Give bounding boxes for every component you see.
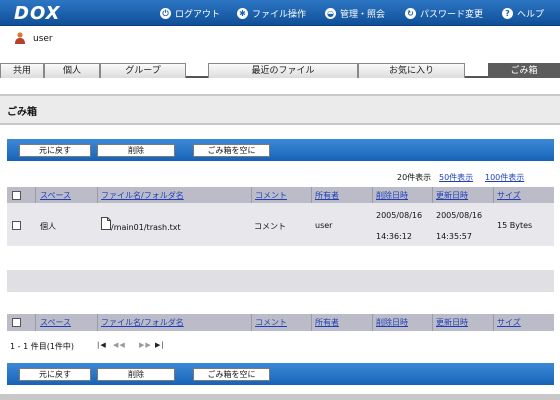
row-space: 個人 bbox=[40, 222, 56, 231]
page-title: ごみ箱 bbox=[0, 96, 560, 123]
nav-file-ops[interactable]: ✱ ファイル操作 bbox=[237, 7, 306, 20]
delete-button[interactable]: 削除 bbox=[97, 368, 175, 381]
select-all-checkbox[interactable] bbox=[12, 191, 21, 200]
admin-icon: ◒ bbox=[325, 8, 336, 19]
last-page-button[interactable]: ▶| bbox=[155, 341, 165, 349]
col-space[interactable]: スペース bbox=[40, 190, 71, 201]
nav-logout[interactable]: ⏻ ログアウト bbox=[160, 7, 220, 20]
nav-file-ops-label: ファイル操作 bbox=[252, 10, 307, 20]
nav-password[interactable]: ↻ パスワード変更 bbox=[405, 7, 483, 20]
tab-favorites[interactable]: お気に入り bbox=[358, 63, 465, 78]
col-updated[interactable]: 更新日時 bbox=[436, 190, 468, 201]
table-header: スペース ファイル名/フォルダ名 コメント 所有者 削除日時 更新日時 サイズ bbox=[7, 187, 554, 204]
pager-info: 1 - 1 件目(1件中) bbox=[10, 342, 75, 351]
col-size[interactable]: サイズ bbox=[497, 190, 521, 201]
empty-row bbox=[7, 270, 554, 292]
footer-divider bbox=[0, 394, 560, 400]
col-comment[interactable]: コメント bbox=[255, 190, 287, 201]
row-comment: コメント bbox=[254, 222, 286, 231]
file-ops-icon: ✱ bbox=[237, 8, 248, 19]
user-icon bbox=[15, 32, 25, 44]
file-icon bbox=[101, 217, 111, 230]
help-icon: ? bbox=[502, 8, 513, 19]
nav-logout-label: ログアウト bbox=[175, 10, 221, 20]
refresh-icon: ↻ bbox=[405, 8, 416, 19]
col-deleted[interactable]: 削除日時 bbox=[376, 190, 408, 201]
user-bar bbox=[0, 26, 560, 62]
restore-button[interactable]: 元に戻す bbox=[19, 144, 91, 157]
top-header: DOX ⏻ ログアウト ✱ ファイル操作 ◒ 管理・照会 ↻ パスワード変更 ?… bbox=[0, 0, 560, 26]
action-bar-bottom: 元に戻す 削除 ごみ箱を空に bbox=[7, 363, 554, 385]
col-comment[interactable]: コメント bbox=[255, 317, 287, 328]
col-owner[interactable]: 所有者 bbox=[315, 190, 339, 201]
nav-password-label: パスワード変更 bbox=[420, 10, 484, 20]
row-updated-date: 2005/08/16 bbox=[436, 211, 483, 220]
col-filename[interactable]: ファイル名/フォルダ名 bbox=[101, 190, 184, 201]
first-page-button[interactable]: |◀ bbox=[97, 341, 107, 349]
row-deleted-date: 2005/08/16 bbox=[376, 211, 423, 220]
next-page-button[interactable]: ▶▶ bbox=[139, 341, 152, 349]
user-name: user bbox=[33, 34, 53, 44]
col-owner[interactable]: 所有者 bbox=[315, 317, 339, 328]
nav-admin[interactable]: ◒ 管理・照会 bbox=[325, 7, 385, 20]
col-updated[interactable]: 更新日時 bbox=[436, 317, 468, 328]
table-footer-header: スペース ファイル名/フォルダ名 コメント 所有者 削除日時 更新日時 サイズ bbox=[7, 314, 554, 331]
divider bbox=[0, 123, 560, 125]
nav-admin-label: 管理・照会 bbox=[340, 10, 386, 20]
row-size: 15 Bytes bbox=[497, 221, 533, 230]
logout-icon: ⏻ bbox=[160, 8, 171, 19]
tab-recent[interactable]: 最近のファイル bbox=[208, 63, 358, 78]
empty-trash-button[interactable]: ごみ箱を空に bbox=[193, 144, 270, 157]
row-filename[interactable]: /main01/trash.txt bbox=[111, 223, 181, 232]
col-space[interactable]: スペース bbox=[40, 317, 71, 328]
tab-trash[interactable]: ごみ箱 bbox=[488, 63, 560, 78]
row-checkbox[interactable] bbox=[12, 221, 21, 230]
tab-group[interactable]: グループ bbox=[100, 63, 186, 78]
tab-shared[interactable]: 共用 bbox=[0, 63, 44, 78]
action-bar-top: 元に戻す 削除 ごみ箱を空に bbox=[7, 139, 554, 161]
tab-personal[interactable]: 個人 bbox=[44, 63, 100, 78]
empty-trash-button[interactable]: ごみ箱を空に bbox=[193, 368, 270, 381]
col-deleted[interactable]: 削除日時 bbox=[376, 317, 408, 328]
col-filename[interactable]: ファイル名/フォルダ名 bbox=[101, 317, 184, 328]
col-size[interactable]: サイズ bbox=[497, 317, 521, 328]
display-50-link[interactable]: 50件表示 bbox=[439, 172, 473, 183]
prev-page-button[interactable]: ◀◀ bbox=[113, 341, 126, 349]
restore-button[interactable]: 元に戻す bbox=[19, 368, 91, 381]
select-all-checkbox-bottom[interactable] bbox=[12, 318, 21, 327]
display-100-link[interactable]: 100件表示 bbox=[485, 172, 524, 183]
nav-help[interactable]: ? ヘルプ bbox=[502, 7, 544, 20]
delete-button[interactable]: 削除 bbox=[97, 144, 175, 157]
row-owner: user bbox=[315, 221, 333, 230]
app-logo: DOX bbox=[14, 3, 61, 24]
nav-help-label: ヘルプ bbox=[517, 10, 545, 20]
table-row[interactable]: 個人 /main01/trash.txt コメント user 2005/08/1… bbox=[7, 203, 554, 246]
tab-bar: 共用 個人 グループ 最近のファイル お気に入り ごみ箱 bbox=[0, 63, 560, 78]
display-count-current: 20件表示 bbox=[397, 173, 432, 182]
row-updated-time: 14:35:57 bbox=[436, 232, 472, 241]
row-deleted-time: 14:36:12 bbox=[376, 232, 412, 241]
